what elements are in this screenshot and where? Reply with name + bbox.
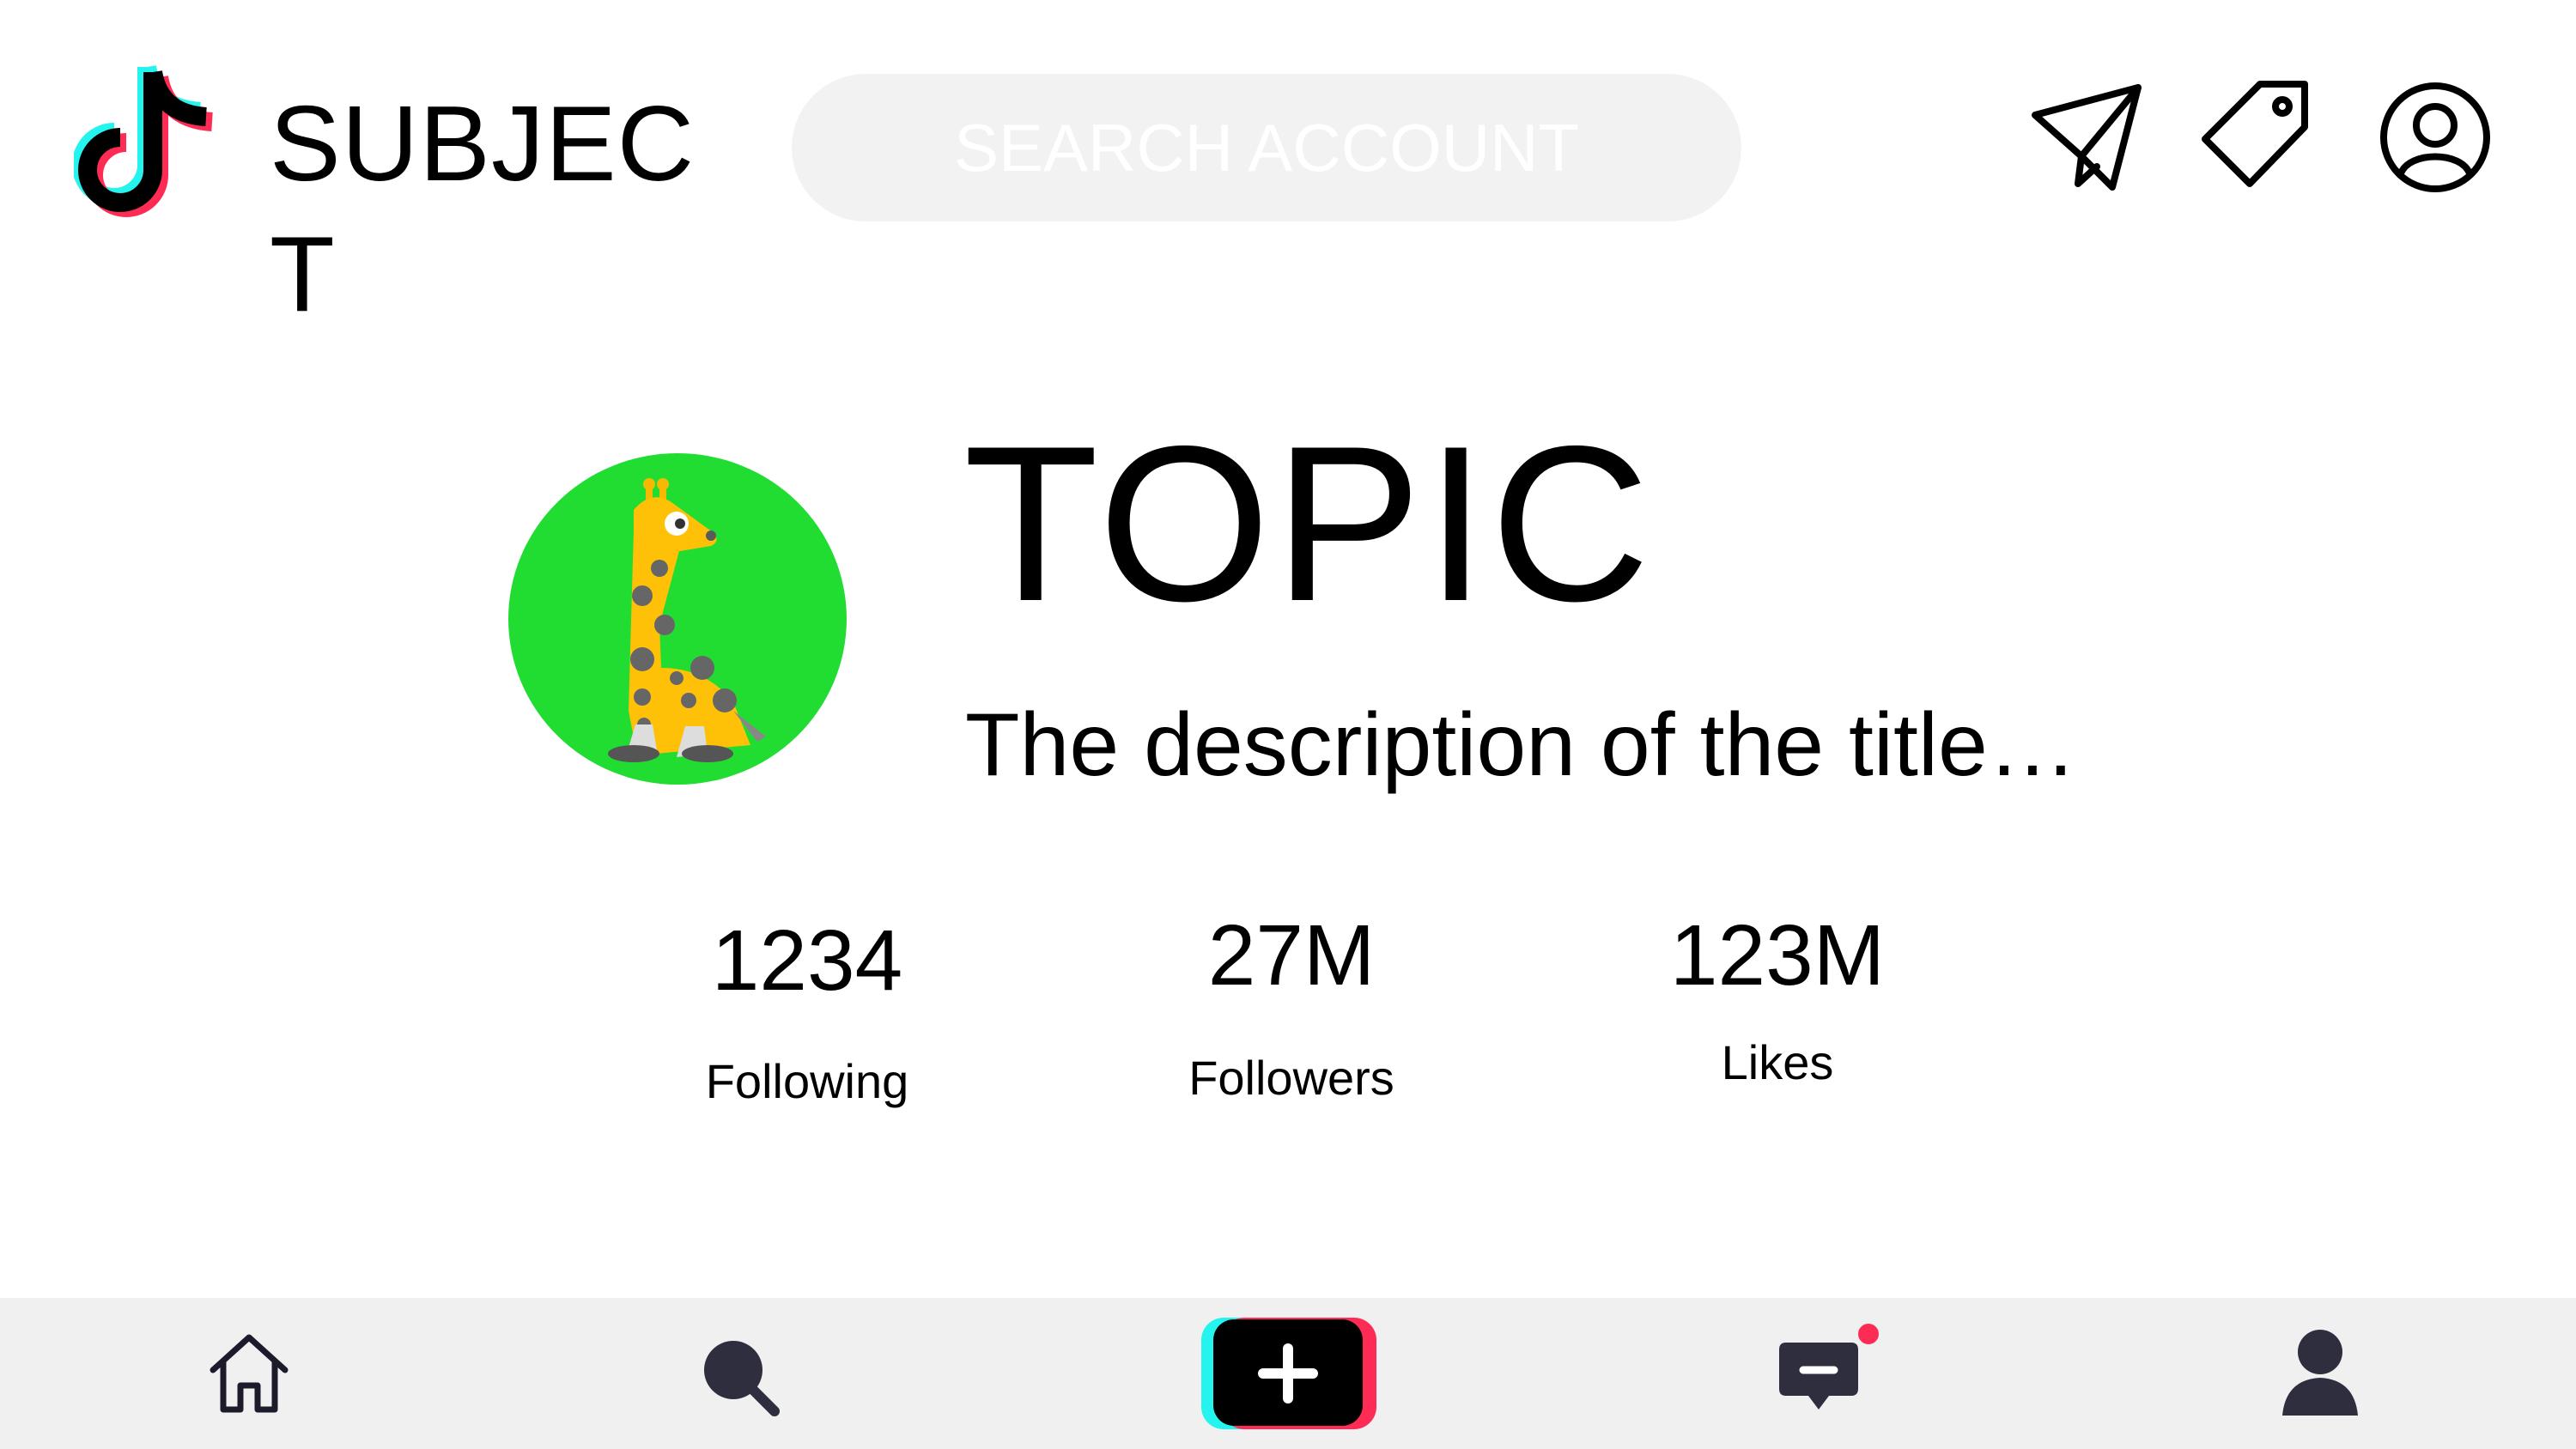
- following-label: Following: [705, 1054, 909, 1108]
- profile-icon: [2282, 1330, 2358, 1416]
- search-icon: [704, 1341, 780, 1416]
- send-icon[interactable]: [2026, 77, 2147, 197]
- app-title: SUBJECT: [270, 85, 696, 334]
- notification-dot: [1858, 1324, 1879, 1344]
- likes-count: 123M: [1669, 907, 1886, 1003]
- inbox-icon: [1779, 1324, 1879, 1410]
- giraffe-illustration: [608, 478, 766, 762]
- bottom-navigation: [0, 1298, 2576, 1449]
- search-input[interactable]: [880, 108, 1653, 187]
- profile-title: TOPIC: [963, 399, 1654, 647]
- followers-count: 27M: [1207, 907, 1376, 1003]
- search-bar[interactable]: [792, 74, 1741, 221]
- create-icon: [1201, 1318, 1376, 1429]
- nav-inbox[interactable]: [1752, 1298, 1906, 1449]
- likes-label: Likes: [1721, 1035, 1834, 1089]
- nav-profile[interactable]: [2251, 1298, 2389, 1449]
- tag-icon[interactable]: [2195, 77, 2315, 197]
- app-logo-icon: [72, 60, 220, 232]
- profile-description: The description of the title…: [965, 695, 2077, 795]
- account-icon[interactable]: [2375, 77, 2495, 197]
- nav-create[interactable]: [1199, 1298, 1379, 1449]
- nav-home[interactable]: [180, 1298, 318, 1449]
- following-count: 1234: [711, 912, 903, 1009]
- profile-avatar[interactable]: [508, 453, 847, 785]
- followers-label: Followers: [1188, 1051, 1394, 1105]
- home-icon: [210, 1334, 289, 1413]
- nav-search[interactable]: [670, 1298, 807, 1449]
